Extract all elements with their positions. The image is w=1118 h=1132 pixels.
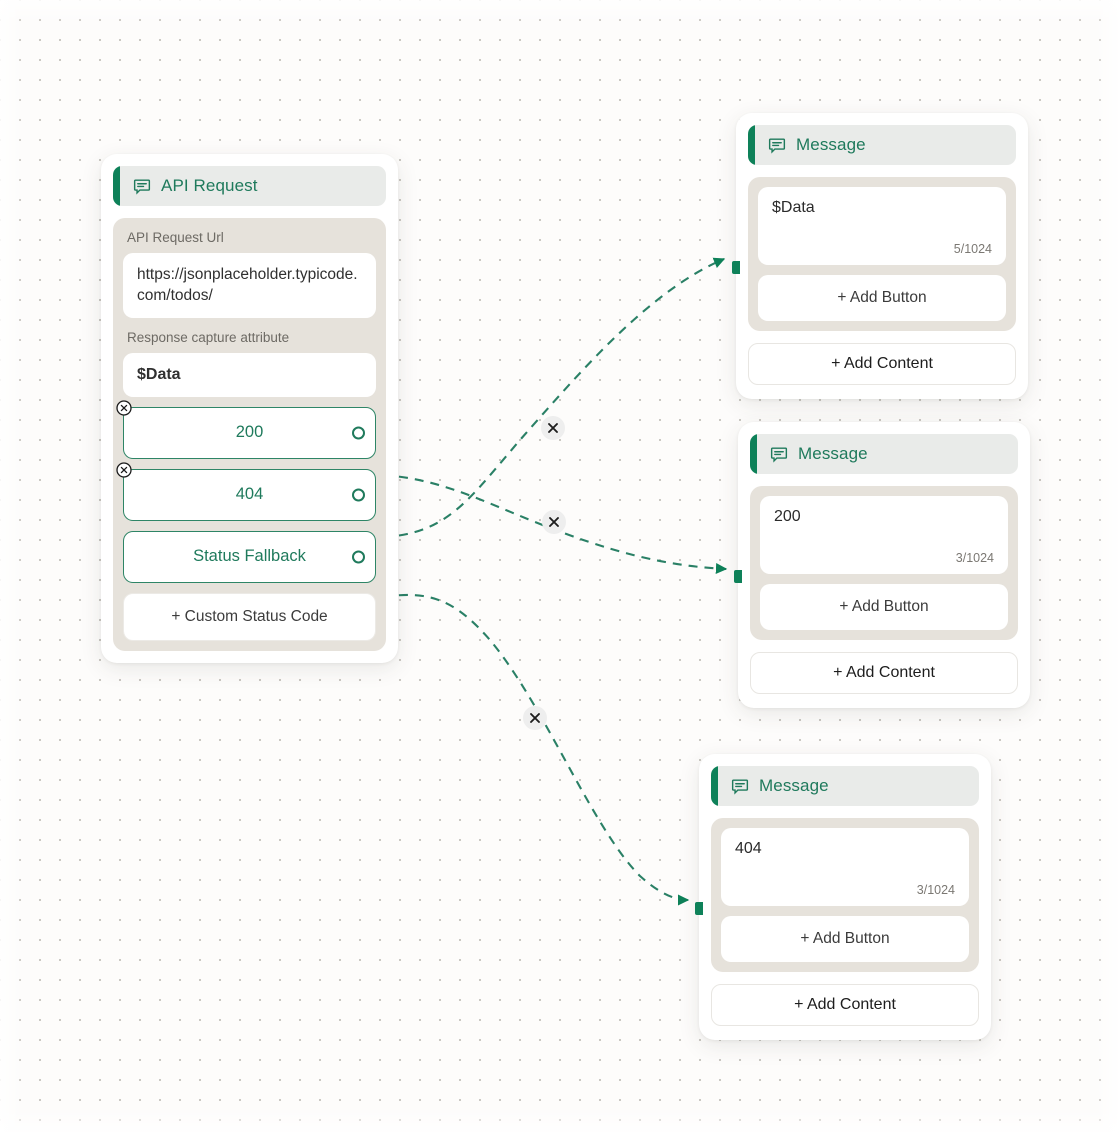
edge-delete-button-1[interactable] xyxy=(541,416,565,440)
message-node-2-panel: 200 3/1024 + Add Button xyxy=(750,486,1018,640)
character-counter: 5/1024 xyxy=(953,242,992,256)
target-handle-message-2[interactable] xyxy=(734,570,742,583)
message-node-2[interactable]: Message 200 3/1024 + Add Button + Add Co… xyxy=(734,422,1030,708)
status-code-button-404[interactable]: 404 xyxy=(116,462,376,521)
api-request-panel: API Request Url https://jsonplaceholder.… xyxy=(113,218,386,651)
message-node-1-title: Message xyxy=(796,135,866,154)
api-request-url-label: API Request Url xyxy=(127,230,224,245)
message-text-value: $Data xyxy=(772,199,815,216)
add-content-button-2[interactable]: + Add Content xyxy=(750,652,1018,694)
message-node-3[interactable]: Message 404 3/1024 + Add Button + Add Co… xyxy=(695,754,991,1040)
add-button-button-1[interactable]: + Add Button xyxy=(758,275,1006,321)
message-node-2-header[interactable]: Message xyxy=(750,434,1018,474)
status-code-label: 404 xyxy=(235,485,264,504)
remove-status-code-icon[interactable] xyxy=(116,400,132,416)
api-request-url-input[interactable]: https://jsonplaceholder.typicode.com/tod… xyxy=(123,253,376,318)
edge-404-to-message-1[interactable] xyxy=(382,257,726,539)
message-bubble-icon xyxy=(768,138,786,154)
api-request-node[interactable]: API Request API Request Url https://json… xyxy=(101,154,398,663)
message-text-input-1[interactable]: $Data 5/1024 xyxy=(758,187,1006,265)
status-code-button-fallback[interactable]: Status Fallback xyxy=(123,530,376,583)
node-accent-bar xyxy=(113,166,120,206)
target-handle-message-3[interactable] xyxy=(695,902,703,915)
add-button-button-2[interactable]: + Add Button xyxy=(760,584,1008,630)
target-handle-message-1[interactable] xyxy=(732,261,740,274)
remove-status-code-icon[interactable] xyxy=(116,462,132,478)
edge-delete-button-2[interactable] xyxy=(542,510,566,534)
node-accent-bar xyxy=(748,125,755,165)
source-handle-404[interactable] xyxy=(352,488,365,502)
add-custom-status-code-button[interactable]: + Custom Status Code xyxy=(123,592,376,641)
message-text-value: 404 xyxy=(735,840,762,857)
flow-canvas[interactable]: API Request API Request Url https://json… xyxy=(0,0,1118,1132)
message-bubble-icon xyxy=(133,179,151,195)
source-handle-200[interactable] xyxy=(352,426,365,440)
message-text-value: 200 xyxy=(774,508,801,525)
message-node-3-title: Message xyxy=(759,776,829,795)
message-text-input-3[interactable]: 404 3/1024 xyxy=(721,828,969,906)
message-node-1-header[interactable]: Message xyxy=(748,125,1016,165)
message-node-3-header[interactable]: Message xyxy=(711,766,979,806)
message-node-2-title: Message xyxy=(798,444,868,463)
source-handle-fallback[interactable] xyxy=(352,550,365,564)
character-counter: 3/1024 xyxy=(916,883,955,897)
add-content-button-3[interactable]: + Add Content xyxy=(711,984,979,1026)
api-request-node-header[interactable]: API Request xyxy=(113,166,386,206)
message-bubble-icon xyxy=(770,447,788,463)
message-node-1[interactable]: Message $Data 5/1024 + Add Button + Add … xyxy=(732,113,1028,399)
edge-fallback-to-message-3[interactable] xyxy=(382,593,690,906)
response-capture-attribute-label: Response capture attribute xyxy=(127,329,290,345)
character-counter: 3/1024 xyxy=(955,551,994,565)
api-request-node-title: API Request xyxy=(161,176,258,195)
status-code-label: 200 xyxy=(235,423,264,442)
message-node-3-panel: 404 3/1024 + Add Button xyxy=(711,818,979,972)
message-bubble-icon xyxy=(731,779,749,795)
message-text-input-2[interactable]: 200 3/1024 xyxy=(760,496,1008,574)
message-node-1-panel: $Data 5/1024 + Add Button xyxy=(748,177,1016,331)
add-button-button-3[interactable]: + Add Button xyxy=(721,916,969,962)
edge-delete-button-3[interactable] xyxy=(523,706,547,730)
response-capture-attribute-input[interactable]: $Data xyxy=(123,352,376,397)
add-content-button-1[interactable]: + Add Content xyxy=(748,343,1016,385)
status-code-button-200[interactable]: 200 xyxy=(116,400,376,459)
node-accent-bar xyxy=(750,434,757,474)
node-accent-bar xyxy=(711,766,718,806)
status-code-label: Status Fallback xyxy=(193,547,306,566)
